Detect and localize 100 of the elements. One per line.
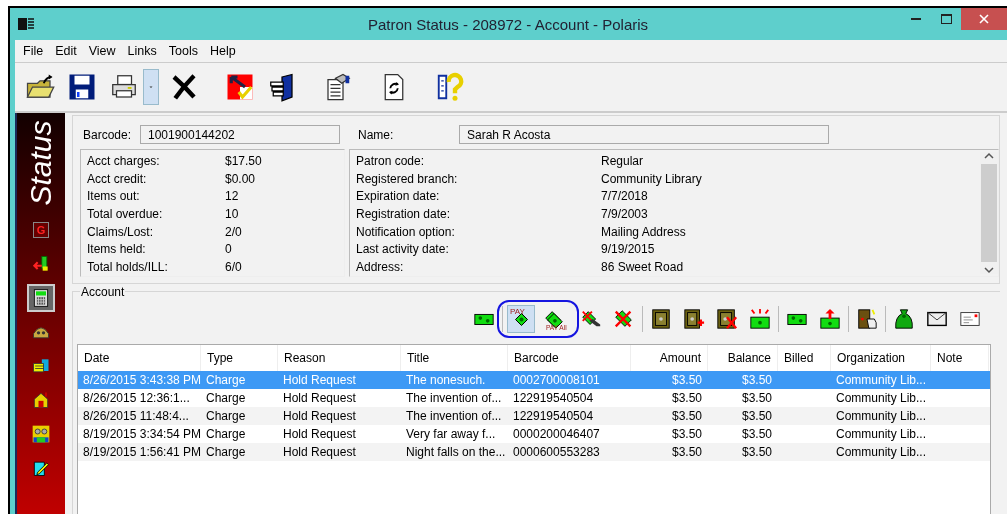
info-value: 10 (225, 206, 239, 221)
menu-item[interactable]: Links (121, 44, 163, 58)
menu-item[interactable]: Edit (49, 44, 83, 58)
safe-icon (650, 308, 672, 330)
info-label: Registration date: (356, 206, 452, 221)
help-icon (435, 72, 465, 102)
info-value: 9/19/2015 (601, 242, 655, 257)
info-value: Community Library (601, 171, 702, 186)
table-cell-text: Hold Request (282, 426, 357, 443)
calculator-icon (31, 288, 51, 308)
table-cell-text: The invention of... (405, 408, 503, 425)
info-label: Total overdue: (87, 206, 164, 221)
table-cell-text: $3.50 (740, 426, 773, 443)
money-arrow-up-icon (819, 308, 841, 330)
info-label: Expiration date: (356, 189, 441, 204)
field-label: Name: (358, 127, 395, 142)
house-icon (31, 390, 51, 410)
table-cell-text: $3.50 (740, 408, 773, 425)
table-cell-text: Hold Request (282, 372, 357, 389)
table-cell-text: $3.50 (670, 444, 703, 461)
table-row[interactable]: 8/19/2015 1:56:41 PM Charge Hold Request Night falls on the... 0000600553283 $3.50 $3.50 Community Lib... (78, 443, 990, 461)
info-value: $0.00 (225, 171, 256, 186)
table-cell-text: $3.50 (740, 444, 773, 461)
table-cell-text: 8/26/2015 11:48:4... (82, 408, 190, 425)
info-value: 7/7/2018 (601, 189, 648, 204)
table-cell-text: Very far away f... (405, 426, 497, 443)
info-label: Items held: (87, 242, 147, 257)
crossed-money-icon (613, 308, 635, 330)
table-cell-text: 0000200046407 (512, 426, 601, 443)
info-value: 6/0 (225, 259, 242, 274)
name-field[interactable]: Sarah R Acosta (459, 125, 829, 144)
table-cell-text: $3.50 (740, 390, 773, 407)
info-label: Patron code: (356, 153, 426, 168)
table-cell-text: Community Lib... (835, 426, 928, 443)
table-row[interactable]: 8/26/2015 11:48:4... Charge Hold Request The invention of... 122919540504 $3.50 $3.50 Community Lib... (78, 407, 990, 425)
info-value: 12 (225, 189, 239, 204)
table-cell-text: Hold Request (282, 408, 357, 425)
table-cell-text: $3.50 (670, 408, 703, 425)
table-cell-text: 8/19/2015 1:56:41 PM (82, 444, 201, 461)
info-value: 86 Sweet Road (601, 259, 684, 274)
table-cell-text: Night falls on the... (405, 444, 507, 461)
info-value: 2/0 (225, 224, 242, 239)
window-title: Patron Status - 208972 - Account - Polaris (366, 15, 650, 33)
menu-item[interactable]: View (82, 44, 122, 58)
people-icon (31, 424, 51, 444)
table-cell-text: Charge (205, 390, 247, 407)
toolbar-button[interactable]: PAY (507, 305, 535, 333)
table-row[interactable]: 8/26/2015 12:36:1... Charge Hold Request The invention of... 122919540504 $3.50 $3.50 Community Lib... (78, 389, 990, 407)
table-cell-text: 8/26/2015 3:43:38 PM (82, 372, 201, 389)
app-icon (17, 15, 35, 33)
info-label: Items out: (87, 189, 141, 204)
group-title: Account (80, 285, 126, 299)
table-cell-text: The invention of... (405, 390, 503, 407)
table-cell-text: $3.50 (670, 426, 703, 443)
table-cell-text: Charge (205, 444, 247, 461)
table-cell-text: Community Lib... (835, 390, 928, 407)
info-label: Registered branch: (356, 171, 459, 186)
table-cell-text: 122919540504 (512, 390, 595, 407)
table-cell-text: Community Lib... (835, 372, 928, 389)
table-cell-text: $3.50 (740, 372, 773, 389)
info-value: 0 (225, 242, 232, 257)
table-row[interactable]: 8/19/2015 3:34:54 PM Charge Hold Request Very far away f... 0000200046407 $3.50 $3.50 Community Lib... (78, 425, 990, 443)
info-label: Claims/Lost: (87, 224, 155, 239)
info-label: Notification option: (356, 224, 456, 239)
menu-item[interactable]: Help (203, 44, 242, 58)
table-cell-text: Charge (205, 426, 247, 443)
info-label: Address: (356, 259, 405, 274)
table-cell-text: Hold Request (282, 390, 357, 407)
table-cell-text: Community Lib... (835, 408, 928, 425)
money-arrows-icon (749, 308, 771, 330)
table-cell-text: Community Lib... (835, 444, 928, 461)
money-stack-icon (543, 308, 565, 330)
info-label: Acct credit: (87, 171, 148, 186)
info-value: $17.50 (225, 153, 262, 168)
table-cell-text: 0002700008101 (512, 372, 601, 389)
menu-item[interactable]: File (17, 44, 50, 58)
table-cell-text: 8/19/2015 3:34:54 PM (82, 426, 201, 443)
info-label: Total holds/ILL: (87, 259, 169, 274)
arrow-icon (31, 254, 51, 274)
table-cell-text: Charge (205, 372, 247, 389)
barcode-field[interactable]: 1001900144202 (140, 125, 340, 144)
sidebar-button[interactable] (27, 284, 55, 312)
scrollbar[interactable] (980, 152, 998, 274)
close-icon (979, 14, 989, 24)
chevron-down-icon[interactable] (984, 266, 994, 274)
table-cell-text: 0000600553283 (512, 444, 601, 461)
sidebar-title: Status (24, 120, 58, 206)
field-label: Barcode: (82, 127, 133, 142)
table-cell-text: 122919540504 (512, 408, 595, 425)
info-value: 7/9/2003 (601, 206, 648, 221)
minimize-icon (911, 18, 921, 20)
table-cell-text: Charge (205, 408, 247, 425)
chevron-up-icon[interactable] (984, 152, 994, 160)
table-cell-text: $3.50 (670, 390, 703, 407)
sidebar-button[interactable]: G (27, 216, 55, 244)
info-value: Mailing Address (601, 224, 686, 239)
table-cell-text: $3.50 (670, 372, 703, 389)
table-cell-text: Hold Request (282, 444, 357, 461)
info-label: Acct charges: (87, 153, 161, 168)
menu-item[interactable]: Tools (162, 44, 204, 58)
